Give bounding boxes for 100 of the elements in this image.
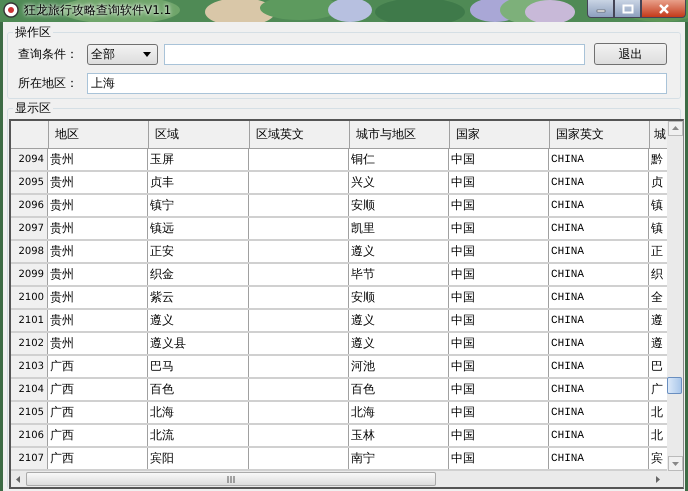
table-cell: 中国	[451, 381, 475, 398]
row-header[interactable]: 2105	[11, 402, 48, 423]
close-button[interactable]	[641, 0, 686, 18]
location-label: 所在地区：	[18, 75, 79, 92]
vertical-scrollbar[interactable]	[667, 121, 683, 471]
column-header[interactable]: 区域英文	[250, 121, 350, 148]
table-cell: 正安	[150, 243, 174, 260]
table-cell: CHINA	[551, 292, 584, 304]
row-header[interactable]: 2097	[11, 218, 48, 239]
row-header[interactable]: 2101	[11, 310, 48, 331]
table-cell: 遵	[651, 312, 663, 329]
table-cell: CHINA	[551, 338, 584, 350]
table-cell: 广西	[50, 450, 74, 467]
table-cell: 北海	[150, 404, 174, 421]
table-cell: 贵州	[50, 243, 74, 260]
table-cell: CHINA	[551, 200, 584, 212]
column-header[interactable]: 国家	[450, 121, 550, 148]
table-cell: 贵州	[50, 335, 74, 352]
table-cell: CHINA	[551, 154, 584, 166]
row-header[interactable]: 2102	[11, 333, 48, 354]
table-cell: CHINA	[551, 360, 584, 372]
location-field[interactable]: 上海	[87, 73, 667, 94]
table-cell: 安顺	[351, 197, 375, 214]
row-header[interactable]: 2107	[11, 448, 48, 469]
table-cell: 河池	[351, 358, 375, 375]
table-cell: 北	[651, 427, 663, 444]
table-cell: 织金	[150, 266, 174, 283]
row-header[interactable]: 2106	[11, 425, 48, 446]
row-header[interactable]: 2096	[11, 195, 48, 216]
table-cell: 广西	[50, 381, 74, 398]
app-icon	[3, 2, 19, 18]
group-title: 操作区	[13, 24, 53, 40]
query-field[interactable]	[164, 44, 585, 64]
column-header[interactable]: 城	[650, 121, 667, 148]
table-cell: CHINA	[551, 452, 584, 464]
table-cell: 玉屏	[150, 151, 174, 168]
table-cell: 遵义	[351, 335, 375, 352]
table-cell: 贵州	[50, 174, 74, 191]
table-cell: 遵	[651, 335, 663, 352]
table-cell: 毕节	[351, 266, 375, 283]
column-header[interactable]: 地区	[49, 121, 149, 148]
query-dropdown[interactable]: 全部	[87, 44, 158, 64]
table-cell: 贵州	[50, 266, 74, 283]
table-cell: 铜仁	[351, 151, 375, 168]
exit-button[interactable]: 退出	[594, 43, 667, 65]
table-cell: 南宁	[351, 450, 375, 467]
table-cell: 中国	[451, 404, 475, 421]
scroll-thumb[interactable]	[667, 377, 682, 394]
table-cell: 黔	[651, 151, 663, 168]
table-cell: 玉林	[351, 427, 375, 444]
table-cell: 镇	[651, 197, 663, 214]
table-cell: 贵州	[50, 151, 74, 168]
table-cell: CHINA	[551, 430, 584, 442]
row-header[interactable]: 2104	[11, 379, 48, 400]
close-icon	[658, 4, 670, 14]
table-cell: 宾阳	[150, 450, 174, 467]
maximize-icon	[622, 4, 634, 14]
table-cell: 织	[651, 266, 663, 283]
table-cell: 中国	[451, 358, 475, 375]
table-cell: 遵义县	[150, 335, 186, 352]
horizontal-scrollbar[interactable]	[11, 471, 683, 487]
table-cell: CHINA	[551, 314, 584, 326]
table-cell: CHINA	[551, 246, 584, 258]
table-cell: 中国	[451, 427, 475, 444]
table-cell: 北	[651, 404, 663, 421]
row-header[interactable]: 2103	[11, 356, 48, 377]
table-cell: 中国	[451, 266, 475, 283]
table-cell: 中国	[451, 243, 475, 260]
column-header[interactable]: 区域	[149, 121, 250, 148]
maximize-button[interactable]	[614, 0, 641, 18]
table-cell: 中国	[451, 220, 475, 237]
table-cell: 中国	[451, 335, 475, 352]
table-cell: 中国	[451, 289, 475, 306]
table-cell: 广西	[50, 427, 74, 444]
table-cell: 中国	[451, 174, 475, 191]
grip-icon	[226, 476, 236, 482]
table-cell: 贵州	[50, 197, 74, 214]
table-cell: 百色	[150, 381, 174, 398]
table-cell: 中国	[451, 312, 475, 329]
table-cell: 北流	[150, 427, 174, 444]
row-header[interactable]: 2100	[11, 287, 48, 308]
table-cell: 贵州	[50, 312, 74, 329]
table-cell: 凯里	[351, 220, 375, 237]
table-cell: 宾	[651, 450, 663, 467]
minimize-button[interactable]	[587, 0, 614, 18]
table-cell: CHINA	[551, 268, 584, 280]
table-cell: 镇宁	[150, 197, 174, 214]
table-cell: 镇远	[150, 220, 174, 237]
group-title: 显示区	[13, 100, 53, 116]
table-cell: 中国	[451, 450, 475, 467]
table-cell: 广西	[50, 404, 74, 421]
table-cell: CHINA	[551, 406, 584, 418]
column-header[interactable]: 国家英文	[550, 121, 650, 148]
table-cell: 广	[651, 381, 663, 398]
row-header[interactable]: 2094	[11, 149, 48, 170]
column-header[interactable]: 城市与地区	[350, 121, 450, 148]
row-header[interactable]: 2095	[11, 172, 48, 193]
table-cell: 紫云	[150, 289, 174, 306]
row-header[interactable]: 2098	[11, 241, 48, 262]
row-header[interactable]: 2099	[11, 264, 48, 285]
